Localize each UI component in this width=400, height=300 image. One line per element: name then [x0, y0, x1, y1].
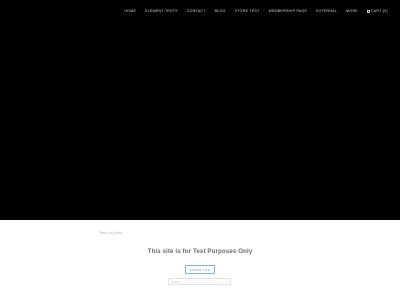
- search-input[interactable]: [168, 278, 231, 285]
- cart-label: CART (: [370, 9, 385, 13]
- cart-icon: [366, 9, 370, 13]
- nav-item-external[interactable]: EXTERNAL: [316, 9, 337, 13]
- enter-site-button[interactable]: ENTER SITE: [185, 265, 215, 274]
- nav-cart-link[interactable]: CART (0): [366, 9, 388, 13]
- section-label: Test tool kind: [99, 231, 123, 235]
- nav-item-contact[interactable]: CONTACT: [187, 9, 206, 13]
- nav-item-store-test[interactable]: STORE TEST: [235, 9, 260, 13]
- main-content: Test tool kind This site is for Test Pur…: [0, 220, 400, 300]
- page-heading: This site is for Test Purposes Only: [147, 248, 253, 255]
- nav-item-element-tests[interactable]: ELEMENT TESTS: [145, 9, 178, 13]
- nav-item-membership-page[interactable]: MEMBERSHIP PAGE: [269, 9, 308, 13]
- hero-banner: HOME ELEMENT TESTS CONTACT BLOG STORE TE…: [0, 0, 400, 220]
- cart-close: ): [386, 9, 388, 13]
- nav-item-blog[interactable]: BLOG: [215, 9, 226, 13]
- main-nav: HOME ELEMENT TESTS CONTACT BLOG STORE TE…: [115, 9, 388, 13]
- nav-item-home[interactable]: HOME: [124, 9, 136, 13]
- nav-item-more[interactable]: MORE: [346, 9, 358, 13]
